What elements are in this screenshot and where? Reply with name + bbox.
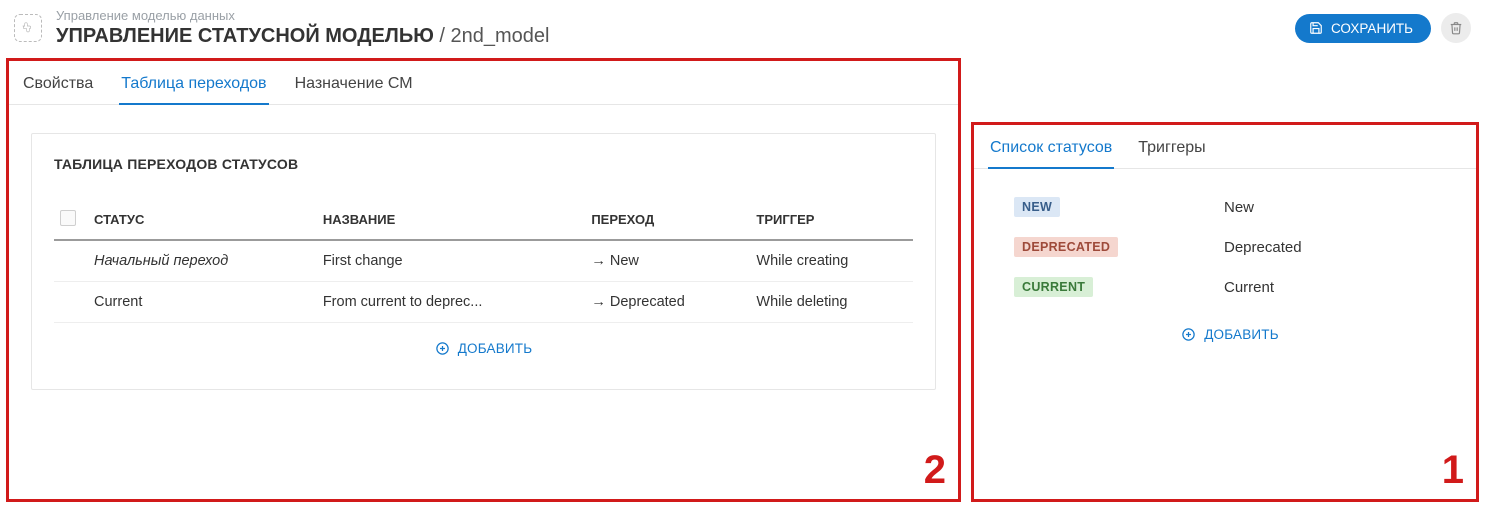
title-separator: / (434, 25, 451, 47)
tab-properties[interactable]: Свойства (21, 71, 95, 105)
add-transition-button[interactable]: ДОБАВИТЬ (435, 341, 533, 356)
main-tabs: Свойства Таблица переходов Назначение СМ (9, 61, 958, 105)
col-name: НАЗВАНИЕ (317, 200, 585, 240)
cell-name: First change (317, 240, 585, 282)
select-all-checkbox[interactable] (60, 210, 76, 226)
main-row: Свойства Таблица переходов Назначение СМ… (0, 58, 1485, 510)
add-transition-row: ДОБАВИТЬ (54, 323, 913, 359)
table-row[interactable]: Current From current to deprec... → Depr… (54, 282, 913, 323)
cell-transition: → Deprecated (585, 282, 750, 323)
tab-assignment[interactable]: Назначение СМ (293, 71, 415, 105)
page-header: Управление моделью данных УПРАВЛЕНИЕ СТА… (0, 0, 1485, 58)
cell-name: From current to deprec... (317, 282, 585, 323)
transitions-card-title: ТАБЛИЦА ПЕРЕХОДОВ СТАТУСОВ (54, 156, 913, 172)
tab-transitions[interactable]: Таблица переходов (119, 71, 268, 105)
status-row[interactable]: DEPRECATED Deprecated (1014, 227, 1446, 267)
plus-circle-icon (1181, 327, 1196, 342)
trash-icon (1449, 21, 1463, 35)
table-header-row: СТАТУС НАЗВАНИЕ ПЕРЕХОД ТРИГГЕР (54, 200, 913, 240)
title-block: Управление моделью данных УПРАВЛЕНИЕ СТА… (56, 8, 1295, 48)
cell-status: Начальный переход (88, 240, 317, 282)
cell-status: Current (88, 282, 317, 323)
page-subtitle: Управление моделью данных (56, 8, 1295, 23)
title-model-name: 2nd_model (451, 25, 550, 47)
table-row[interactable]: Начальный переход First change → New Whi… (54, 240, 913, 282)
plus-circle-icon (435, 341, 450, 356)
status-tag: CURRENT (1014, 277, 1093, 297)
status-row[interactable]: CURRENT Current (1014, 267, 1446, 307)
transitions-panel: Свойства Таблица переходов Назначение СМ… (6, 58, 961, 502)
page-title: УПРАВЛЕНИЕ СТАТУСНОЙ МОДЕЛЬЮ / 2nd_model (56, 25, 1295, 48)
status-list: NEW New DEPRECATED Deprecated CURRENT Cu… (974, 169, 1476, 345)
col-checkbox (54, 200, 88, 240)
add-status-button[interactable]: ДОБАВИТЬ (1181, 327, 1279, 342)
tab-status-list[interactable]: Список статусов (988, 135, 1114, 169)
cell-trigger: While creating (750, 240, 913, 282)
status-label: Deprecated (1224, 239, 1302, 256)
transitions-table: СТАТУС НАЗВАНИЕ ПЕРЕХОД ТРИГГЕР Начальны… (54, 200, 913, 323)
status-tag: NEW (1014, 197, 1060, 217)
add-status-label: ДОБАВИТЬ (1204, 327, 1279, 342)
delete-button[interactable] (1441, 13, 1471, 43)
annotation-number-1: 1 (1442, 448, 1464, 493)
add-status-row: ДОБАВИТЬ (1014, 327, 1446, 345)
col-status: СТАТУС (88, 200, 317, 240)
tab-triggers[interactable]: Триггеры (1136, 135, 1207, 169)
col-transition: ПЕРЕХОД (585, 200, 750, 240)
save-button-label: СОХРАНИТЬ (1331, 21, 1413, 36)
status-row[interactable]: NEW New (1014, 187, 1446, 227)
puzzle-icon (14, 14, 42, 42)
annotation-number-2: 2 (924, 448, 946, 493)
status-label: Current (1224, 279, 1274, 296)
col-trigger: ТРИГГЕР (750, 200, 913, 240)
cell-trigger: While deleting (750, 282, 913, 323)
cell-transition: → New (585, 240, 750, 282)
status-tabs: Список статусов Триггеры (974, 125, 1476, 169)
status-label: New (1224, 199, 1254, 216)
transitions-card: ТАБЛИЦА ПЕРЕХОДОВ СТАТУСОВ СТАТУС НАЗВАН… (31, 133, 936, 390)
status-panel: Список статусов Триггеры NEW New DEPRECA… (971, 122, 1479, 502)
title-main: УПРАВЛЕНИЕ СТАТУСНОЙ МОДЕЛЬЮ (56, 25, 434, 47)
status-tag: DEPRECATED (1014, 237, 1118, 257)
header-actions: СОХРАНИТЬ (1295, 13, 1471, 43)
save-button[interactable]: СОХРАНИТЬ (1295, 14, 1431, 43)
add-transition-label: ДОБАВИТЬ (458, 341, 533, 356)
save-icon (1309, 21, 1323, 35)
